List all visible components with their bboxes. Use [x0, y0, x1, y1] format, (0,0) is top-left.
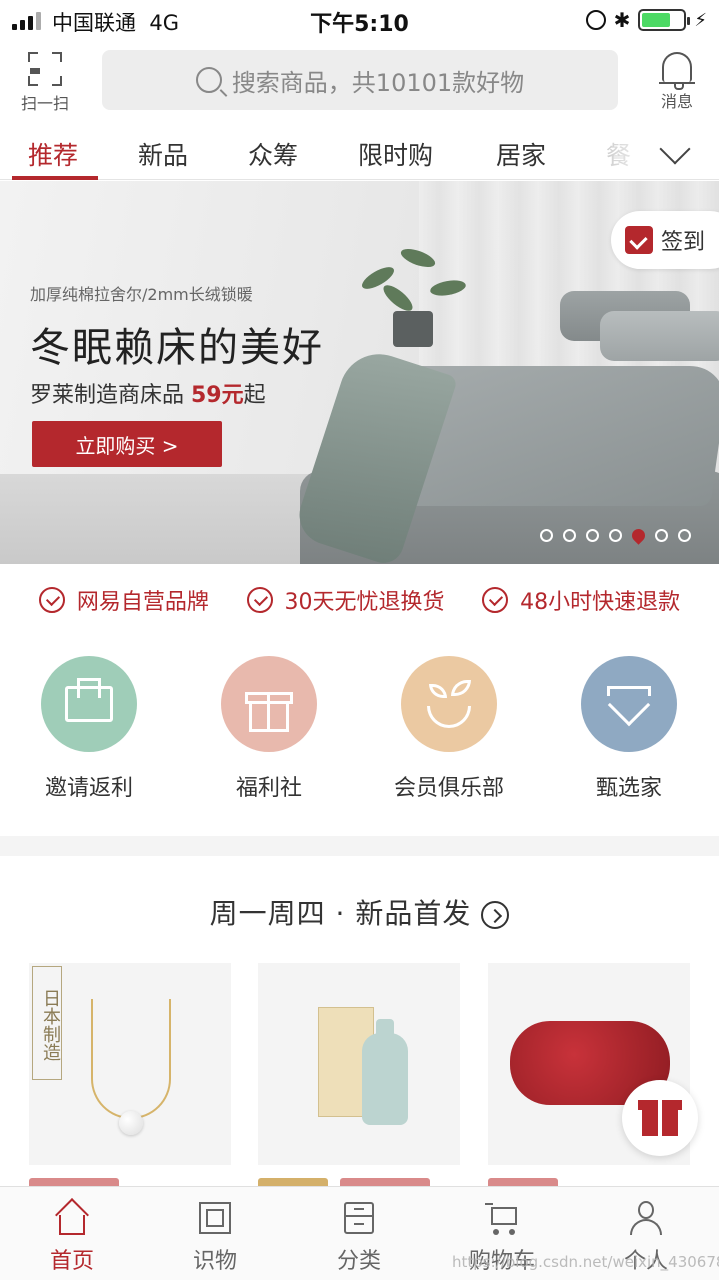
category-tabs: 推荐 新品 众筹 限时购 居家 餐 [0, 122, 719, 180]
buy-now-button[interactable]: 立即购买 > [32, 421, 222, 467]
shortcut-selection-home[interactable]: 甄选家 [554, 656, 704, 802]
check-circle-icon [482, 587, 509, 613]
shortcut-grid: 邀请返利 福利社 会员俱乐部 甄选家 [0, 650, 719, 802]
banner-title: 冬眠赖床的美好 [30, 325, 324, 371]
product-card[interactable]: 日本制造 [29, 963, 231, 1165]
tab-home[interactable]: 居家 [496, 136, 546, 172]
charging-icon: ⚡ [694, 9, 707, 31]
rotation-lock-icon [585, 10, 606, 30]
shortcut-label: 会员俱乐部 [393, 776, 504, 801]
chevron-down-icon[interactable] [659, 133, 691, 165]
check-circle-icon [38, 587, 65, 613]
square-icon [196, 1199, 234, 1237]
nav-category[interactable]: 分类 [309, 1199, 409, 1275]
shortcut-member-club[interactable]: 会员俱乐部 [374, 656, 524, 802]
gift-icon [221, 656, 317, 752]
banner-subtitle: 加厚纯棉拉舍尔/2mm长绒锁暖 [30, 285, 253, 304]
section-title[interactable]: 周一周四 · 新品首发 [0, 892, 719, 932]
floating-gift-button[interactable] [622, 1080, 698, 1156]
scan-label: 扫一扫 [20, 94, 69, 113]
calendar-check-icon [625, 226, 653, 254]
pearl-necklace-icon [91, 999, 171, 1119]
battery-icon [638, 9, 691, 31]
nav-discover[interactable]: 识物 [165, 1199, 265, 1275]
scan-button[interactable]: 扫一扫 [14, 52, 76, 114]
user-icon [627, 1199, 665, 1237]
bottom-tab-bar: 首页 识物 分类 购物车 个人 https://blog.csdn.net/we… [0, 1186, 719, 1280]
promo-banner[interactable]: 加厚纯棉拉舍尔/2mm长绒锁暖 冬眠赖床的美好 罗莱制造商床品 59元起 立即购… [0, 181, 719, 564]
active-tab-indicator [12, 176, 98, 180]
tab-new[interactable]: 新品 [138, 136, 188, 172]
service-guarantees: 网易自营品牌 30天无忧退换货 48小时快速退款 [0, 570, 719, 630]
category-icon [340, 1199, 378, 1237]
checkin-label: 签到 [661, 230, 706, 255]
nav-home[interactable]: 首页 [22, 1198, 122, 1275]
carousel-dot[interactable] [540, 529, 553, 542]
arrow-right-circle-icon[interactable] [481, 901, 510, 929]
origin-tag: 日本制造 [32, 966, 62, 1080]
shortcut-invite-rebate[interactable]: 邀请返利 [14, 656, 164, 802]
guarantee-item: 网易自营品牌 [38, 584, 209, 616]
shortcut-label: 甄选家 [595, 776, 662, 801]
shortcut-label: 邀请返利 [44, 776, 133, 801]
carousel-dot-active[interactable] [629, 526, 648, 545]
carousel-dot[interactable] [609, 529, 622, 542]
bell-icon [659, 52, 695, 90]
guarantee-item: 48小时快速退款 [482, 584, 680, 616]
checkin-button[interactable]: 签到 [611, 211, 719, 269]
bluetooth-icon: ✱ [613, 8, 631, 32]
tab-recommend[interactable]: 推荐 [28, 136, 78, 172]
diamond-icon [581, 656, 677, 752]
status-bar: 中国联通 4G 下午5:10 ✱ ⚡ [0, 0, 719, 40]
carousel-dot[interactable] [655, 529, 668, 542]
search-placeholder: 搜索商品，共10101款好物 [231, 68, 525, 97]
home-icon [53, 1198, 91, 1237]
search-input[interactable]: 搜索商品，共10101款好物 [102, 50, 618, 110]
carousel-dot[interactable] [586, 529, 599, 542]
section-divider [0, 836, 719, 856]
carousel-dot[interactable] [678, 529, 691, 542]
message-button[interactable]: 消息 [649, 52, 705, 112]
envelope-icon [41, 656, 137, 752]
tab-crowdfunding[interactable]: 众筹 [248, 136, 298, 172]
top-header: 扫一扫 搜索商品，共10101款好物 消息 [0, 40, 719, 118]
carousel-dots [540, 526, 691, 545]
sprout-icon [401, 656, 497, 752]
check-circle-icon [246, 587, 273, 613]
scan-icon [28, 52, 62, 86]
plant-image [393, 311, 433, 347]
product-card[interactable] [258, 963, 460, 1165]
tab-flash-sale[interactable]: 限时购 [358, 136, 433, 172]
carousel-dot[interactable] [563, 529, 576, 542]
banner-price-line: 罗莱制造商床品 59元起 [30, 383, 266, 408]
cart-icon [483, 1199, 521, 1237]
search-icon [195, 67, 222, 93]
guarantee-item: 30天无忧退换货 [246, 584, 445, 616]
shortcut-label: 福利社 [235, 776, 302, 801]
banner-price: 59元 [191, 383, 244, 408]
shortcut-welfare[interactable]: 福利社 [194, 656, 344, 802]
message-label: 消息 [660, 92, 693, 111]
watermark: https://blog.csdn.net/weixin_43067873 [452, 1253, 719, 1271]
